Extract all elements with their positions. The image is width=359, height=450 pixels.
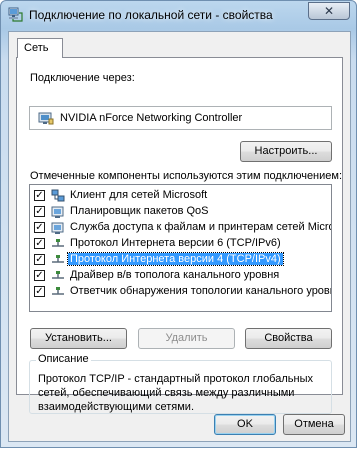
component-label: Планировщик пакетов QoS: [70, 205, 209, 217]
component-checkbox[interactable]: ✓: [34, 206, 45, 217]
component-label: Драйвер в/в тополога канального уровня: [70, 269, 280, 281]
component-label: Протокол Интернета версии 6 (TCP/IPv6): [70, 237, 281, 249]
install-button[interactable]: Установить...: [30, 328, 127, 349]
service-icon: [51, 206, 64, 218]
component-label: Ответчик обнаружения топологии канальног…: [70, 285, 332, 297]
component-label: Служба доступа к файлам и принтерам сете…: [70, 221, 332, 233]
list-item[interactable]: ✓ Ответчик обнаружения топологии канальн…: [30, 284, 331, 300]
properties-dialog: Подключение по локальной сети - свойства…: [0, 0, 357, 448]
ok-button[interactable]: OK: [214, 414, 276, 435]
component-checkbox[interactable]: ✓: [34, 190, 45, 201]
description-legend: Описание: [36, 353, 91, 365]
tab-network[interactable]: Сеть: [17, 38, 63, 58]
list-item[interactable]: ✓ Служба доступа к файлам и принтерам се…: [30, 220, 331, 236]
properties-button[interactable]: Свойства: [245, 328, 332, 349]
network-connection-icon: [8, 7, 23, 22]
tab-panel-network: Подключение через: NVIDIA nForce Network…: [16, 57, 343, 414]
service-icon: [51, 222, 64, 234]
component-checkbox[interactable]: ✓: [34, 222, 45, 233]
components-list[interactable]: ✓ Клиент для сетей Microsoft ✓ Планировщ…: [29, 184, 332, 312]
remove-button[interactable]: Удалить: [138, 328, 235, 349]
description-text: Протокол TCP/IP - стандартный протокол г…: [38, 373, 313, 413]
protocol-icon: [52, 255, 64, 263]
component-checkbox[interactable]: ✓: [34, 238, 45, 249]
component-label: Клиент для сетей Microsoft: [70, 189, 208, 201]
list-item[interactable]: ✓ Планировщик пакетов QoS: [30, 204, 331, 220]
description-group: Описание Протокол TCP/IP - стандартный п…: [29, 353, 332, 414]
component-checkbox[interactable]: ✓: [34, 254, 45, 265]
title-bar[interactable]: Подключение по локальной сети - свойства…: [1, 1, 356, 29]
window-title: Подключение по локальной сети - свойства: [29, 8, 273, 22]
component-checkbox[interactable]: ✓: [34, 270, 45, 281]
configure-button[interactable]: Настроить...: [240, 141, 332, 162]
list-item[interactable]: ✓ Клиент для сетей Microsoft: [30, 188, 331, 204]
list-item[interactable]: ✓ Драйвер в/в тополога канального уровня: [30, 268, 331, 284]
component-label: Протокол Интернета версии 4 (TCP/IPv4): [67, 252, 284, 266]
protocol-icon: [52, 287, 64, 295]
adapter-name: NVIDIA nForce Networking Controller: [60, 112, 243, 124]
close-icon: ✕: [323, 4, 335, 18]
component-checkbox[interactable]: ✓: [34, 286, 45, 297]
network-adapter-icon: [38, 112, 54, 125]
list-item-selected[interactable]: ✓ Протокол Интернета версии 4 (TCP/IPv4): [30, 252, 331, 268]
dialog-client-area: Сеть Подключение через: NVIDIA nForce Ne…: [8, 31, 351, 442]
components-label: Отмеченные компоненты используются этим …: [30, 170, 343, 182]
list-item[interactable]: ✓ Протокол Интернета версии 6 (TCP/IPv6): [30, 236, 331, 252]
connect-using-label: Подключение через:: [30, 72, 135, 84]
close-button[interactable]: ✕: [308, 2, 350, 20]
protocol-icon: [52, 239, 64, 247]
network-client-icon: [51, 189, 65, 202]
cancel-button[interactable]: Отмена: [283, 414, 345, 435]
adapter-field: NVIDIA nForce Networking Controller: [29, 106, 332, 130]
protocol-icon: [52, 271, 64, 279]
